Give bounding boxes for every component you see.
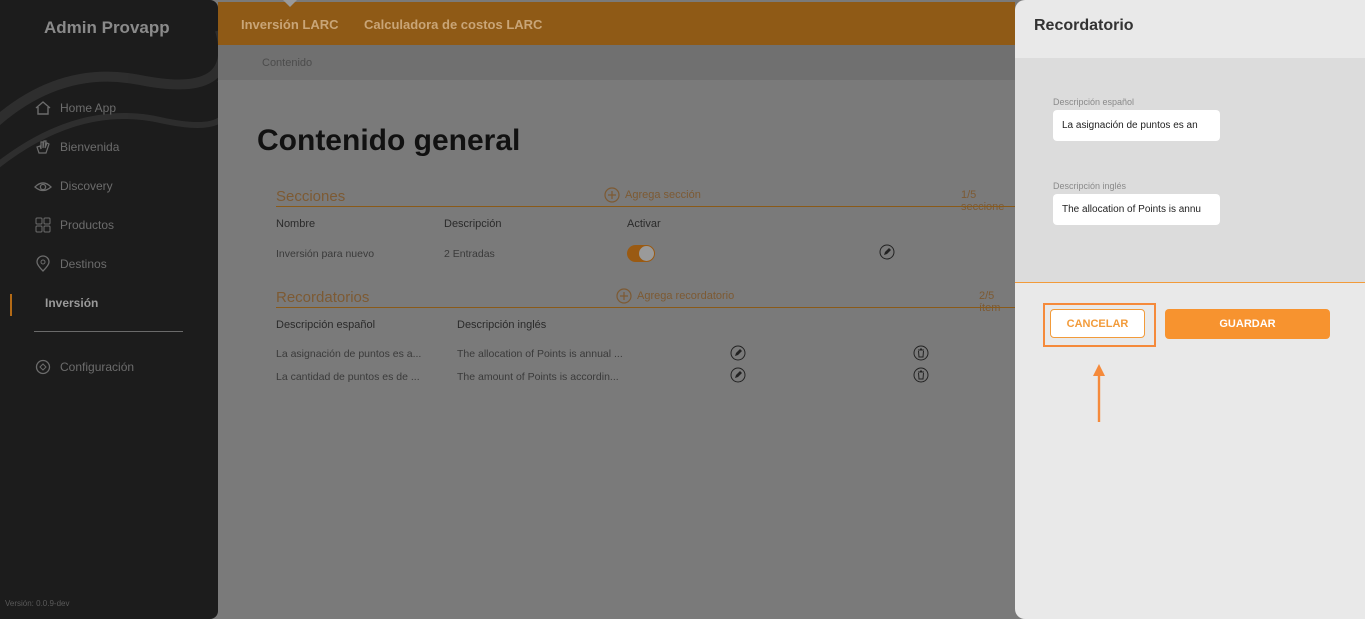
sidebar-divider	[34, 331, 183, 332]
trash-icon[interactable]	[913, 345, 929, 361]
active-indicator	[10, 294, 12, 316]
recordatorios-divider	[276, 307, 1015, 308]
sidebar-item-label: Home App	[60, 101, 117, 115]
eye-icon	[34, 177, 52, 195]
sidebar-item-label: Productos	[60, 218, 115, 232]
add-reminder-label: Agrega recordatorio	[637, 290, 735, 302]
save-button[interactable]: GUARDAR	[1165, 309, 1330, 339]
reminder-row-es: La cantidad de puntos es de ...	[276, 371, 420, 383]
description-en-input[interactable]	[1053, 194, 1220, 225]
drawer-title: Recordatorio	[1034, 17, 1134, 34]
toggle-knob	[639, 246, 654, 261]
breadcrumb-bar: Contenido	[218, 45, 1015, 80]
description-es-input[interactable]	[1053, 110, 1220, 141]
reminder-row-es: La asignación de puntos es a...	[276, 348, 422, 360]
cancel-button[interactable]: CANCELAR	[1050, 309, 1145, 338]
breadcrumb[interactable]: Contenido	[262, 57, 312, 69]
sidebar-item-home-app[interactable]: Home App	[34, 99, 116, 117]
section-active-toggle[interactable]	[627, 245, 655, 262]
arrow-up-icon	[1093, 364, 1105, 422]
active-tab-indicator	[283, 0, 297, 7]
settings-icon	[34, 358, 52, 376]
brand-title: Admin Provapp	[44, 18, 170, 37]
column-header-activar: Activar	[627, 218, 661, 230]
reminder-row-en: The amount of Points is accordin...	[457, 371, 619, 383]
location-pin-icon	[34, 255, 52, 273]
plus-circle-icon	[604, 187, 620, 203]
edit-icon[interactable]	[730, 345, 746, 361]
sidebar-item-label: Destinos	[60, 257, 107, 271]
column-header-descripcion-es: Descripción español	[276, 319, 376, 331]
version-label: Versión: 0.0.9-dev	[5, 599, 70, 608]
trash-icon[interactable]	[913, 367, 929, 383]
edit-icon[interactable]	[730, 367, 746, 383]
es-field-label: Descripción español	[1053, 97, 1135, 107]
drawer-divider	[1015, 282, 1365, 283]
add-section-button[interactable]: Agrega sección	[604, 187, 701, 203]
wave-hand-icon	[34, 138, 52, 156]
recordatorios-count: 2/5 ítem	[979, 290, 1001, 314]
sidebar-item-label: Bienvenida	[60, 140, 120, 154]
plus-circle-icon	[616, 288, 632, 304]
section-row-descripcion: 2 Entradas	[444, 248, 495, 260]
recordatorios-heading: Recordatorios	[276, 289, 370, 306]
home-icon	[34, 99, 52, 117]
reminder-drawer: Recordatorio Descripción español Descrip…	[1015, 0, 1365, 619]
tab-inversion-larc[interactable]: Inversión LARC	[241, 17, 339, 32]
column-header-descripcion-en: Descripción inglés	[457, 319, 547, 331]
sidebar-item-label: Discovery	[60, 179, 113, 193]
sidebar-item-destinos[interactable]: Destinos	[34, 255, 107, 273]
edit-icon[interactable]	[879, 244, 895, 260]
sidebar: Admin Provapp Home App Bienvenida Discov…	[0, 0, 218, 619]
secciones-heading: Secciones	[276, 188, 346, 205]
secciones-divider	[276, 206, 1015, 207]
sidebar-item-label: Configuración	[60, 360, 135, 374]
tab-calculadora-costos[interactable]: Calculadora de costos LARC	[364, 17, 542, 32]
column-header-descripcion: Descripción	[444, 218, 502, 230]
app-root: Admin Provapp Home App Bienvenida Discov…	[0, 0, 1365, 619]
sidebar-item-productos[interactable]: Productos	[34, 216, 114, 234]
secciones-count: 1/5 seccione	[961, 189, 1005, 213]
add-section-label: Agrega sección	[625, 189, 701, 201]
page-title: Contenido general	[257, 124, 521, 157]
section-row-nombre: Inversión para nuevo	[276, 248, 375, 260]
reminder-row-en: The allocation of Points is annual ...	[457, 348, 623, 360]
main-content: Contenido general Secciones Agrega secci…	[218, 80, 1015, 619]
sidebar-item-discovery[interactable]: Discovery	[34, 177, 113, 195]
drawer-form: Descripción español Descripción inglés	[1015, 58, 1365, 282]
en-field-label: Descripción inglés	[1053, 181, 1127, 191]
sidebar-item-bienvenida[interactable]: Bienvenida	[34, 138, 119, 156]
add-reminder-button[interactable]: Agrega recordatorio	[616, 288, 734, 304]
sidebar-item-label: Inversión	[45, 296, 99, 310]
sidebar-item-inversion[interactable]: Inversión	[45, 296, 98, 310]
sidebar-item-configuracion[interactable]: Configuración	[34, 358, 134, 376]
column-header-nombre: Nombre	[276, 218, 316, 230]
top-nav-bar: Inversión LARC Calculadora de costos LAR…	[218, 2, 1015, 45]
grid-icon	[34, 216, 52, 234]
